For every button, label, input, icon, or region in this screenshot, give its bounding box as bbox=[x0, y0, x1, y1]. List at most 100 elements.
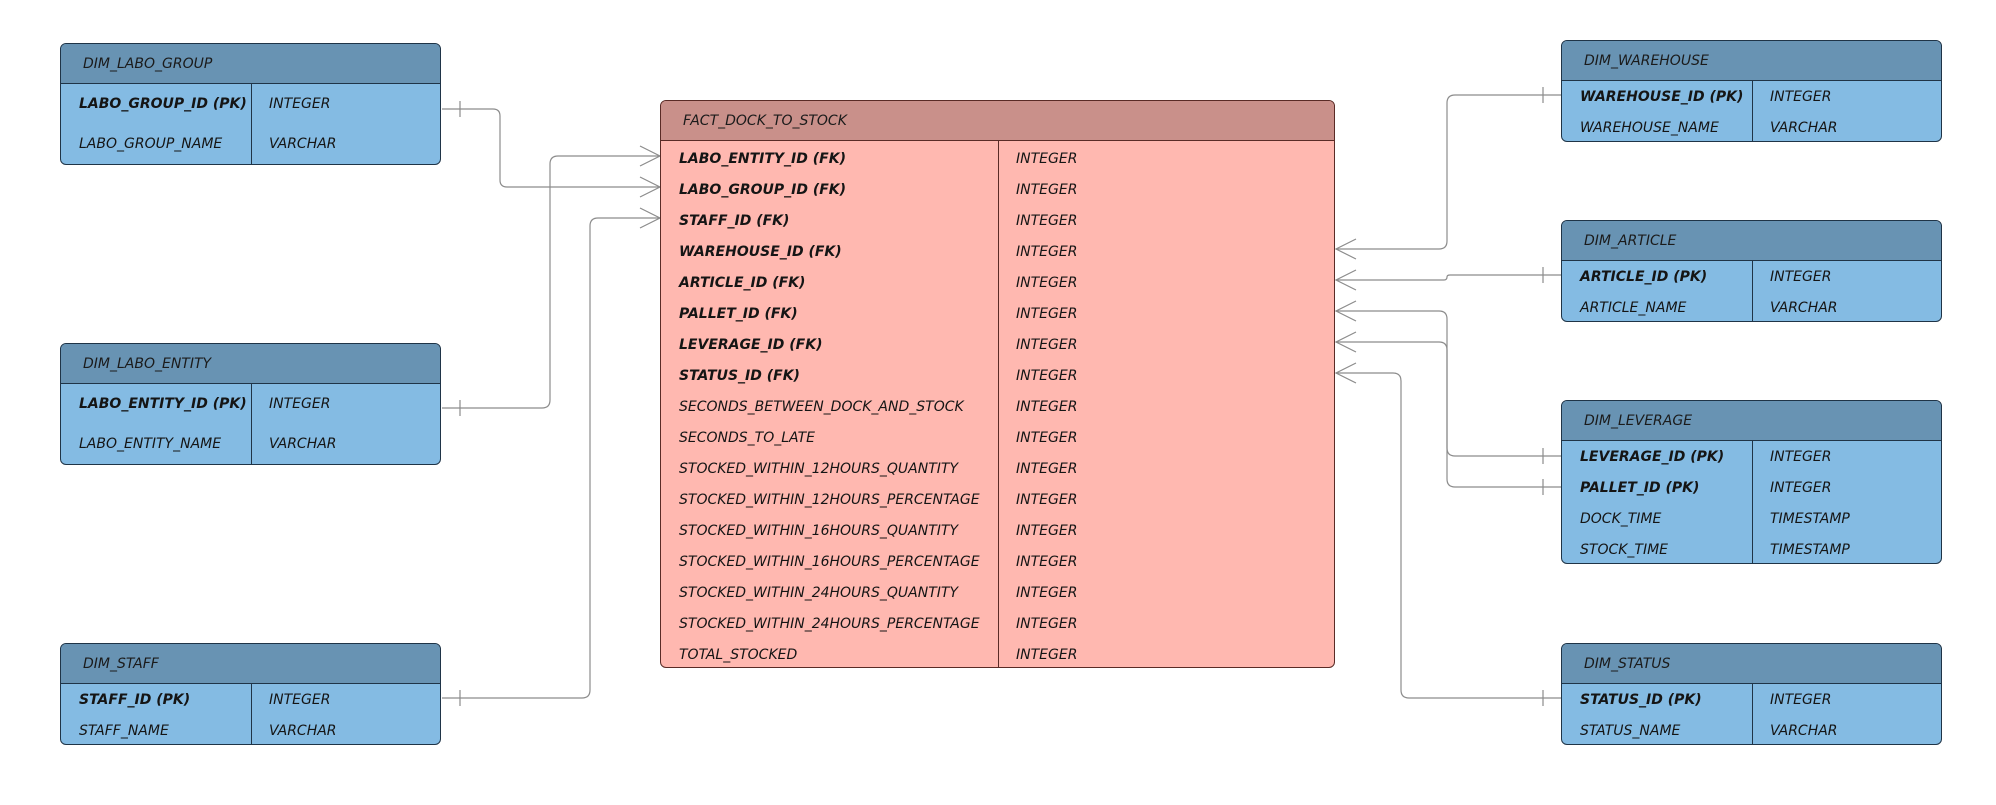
column-name: LEVERAGE_ID (FK) bbox=[679, 336, 823, 353]
table-body: WAREHOUSE_ID (PK) INTEGER WAREHOUSE_NAME VA… bbox=[1562, 81, 1941, 141]
link-leverage bbox=[1334, 331, 1561, 464]
column-type: INTEGER bbox=[1016, 150, 1078, 167]
column-type: VARCHAR bbox=[1770, 119, 1838, 136]
column-name: WAREHOUSE_NAME bbox=[1580, 119, 1719, 136]
dim-labo-group-table[interactable]: DIM_LABO_GROUP LABO_GROUP_ID (PK) INTEGER… bbox=[60, 43, 441, 165]
table-body: LEVERAGE_ID (PK) INTEGER PALLET_ID (PK) INT… bbox=[1562, 441, 1941, 563]
column-type: INTEGER bbox=[1016, 615, 1078, 632]
column-divider bbox=[251, 384, 252, 464]
column-divider bbox=[1752, 441, 1753, 563]
table-body: STATUS_ID (PK) INTEGER STATUS_NAME VARCHAR bbox=[1562, 684, 1941, 744]
column-name: STATUS_ID (FK) bbox=[679, 367, 800, 384]
column-type: VARCHAR bbox=[1770, 722, 1838, 739]
column-type: INTEGER bbox=[1016, 181, 1078, 198]
column-divider bbox=[998, 141, 999, 667]
dim-leverage-table[interactable]: DIM_LEVERAGE LEVERAGE_ID (PK) INTEGER PALL… bbox=[1561, 400, 1942, 564]
table-body: ARTICLE_ID (PK) INTEGER ARTICLE_NAME VARCHA… bbox=[1562, 261, 1941, 321]
column-name: STAFF_ID (FK) bbox=[679, 212, 790, 229]
column-name: PALLET_ID (PK) bbox=[1580, 479, 1700, 496]
column-type: INTEGER bbox=[1016, 429, 1078, 446]
table-header: DIM_WAREHOUSE bbox=[1562, 41, 1941, 81]
link-status bbox=[1334, 362, 1561, 706]
column-type: INTEGER bbox=[1016, 584, 1078, 601]
column-name: STOCKED_WITHIN_12HOURS_PERCENTAGE bbox=[679, 491, 980, 508]
column-type: VARCHAR bbox=[269, 436, 337, 452]
column-name: STOCKED_WITHIN_24HOURS_QUANTITY bbox=[679, 584, 959, 601]
table-header: DIM_LABO_ENTITY bbox=[61, 344, 440, 384]
column-divider bbox=[251, 684, 252, 744]
column-type: INTEGER bbox=[1016, 336, 1078, 353]
column-name: LABO_ENTITY_NAME bbox=[79, 436, 222, 452]
column-name: TOTAL_STOCKED bbox=[679, 646, 798, 663]
column-type: INTEGER bbox=[269, 396, 331, 412]
column-type: VARCHAR bbox=[1770, 299, 1838, 316]
column-name: WAREHOUSE_ID (PK) bbox=[1580, 88, 1744, 105]
column-name: STOCKED_WITHIN_16HOURS_PERCENTAGE bbox=[679, 553, 980, 570]
column-type: INTEGER bbox=[1016, 274, 1078, 291]
link-warehouse bbox=[1334, 87, 1561, 260]
column-type: TIMESTAMP bbox=[1770, 541, 1850, 558]
table-body: LABO_ENTITY_ID (FK) INTEGER LABO_GROUP_ID … bbox=[661, 141, 1334, 667]
dim-status-table[interactable]: DIM_STATUS STATUS_ID (PK) INTEGER STATUS_N… bbox=[1561, 643, 1942, 745]
column-type: INTEGER bbox=[1016, 460, 1078, 477]
column-type: INTEGER bbox=[1016, 646, 1078, 663]
dim-warehouse-table[interactable]: DIM_WAREHOUSE WAREHOUSE_ID (PK) INTEGER WA… bbox=[1561, 40, 1942, 142]
column-divider bbox=[1752, 81, 1753, 141]
column-type: INTEGER bbox=[269, 96, 331, 112]
dim-article-table[interactable]: DIM_ARTICLE ARTICLE_ID (PK) INTEGER ARTICL… bbox=[1561, 220, 1942, 322]
column-name: STATUS_NAME bbox=[1580, 722, 1681, 739]
column-type: INTEGER bbox=[1016, 491, 1078, 508]
column-name: PALLET_ID (FK) bbox=[679, 305, 798, 322]
column-type: VARCHAR bbox=[269, 136, 337, 152]
column-name: LABO_ENTITY_ID (FK) bbox=[679, 150, 846, 167]
column-divider bbox=[1752, 684, 1753, 744]
column-type: INTEGER bbox=[1016, 522, 1078, 539]
column-name: LEVERAGE_ID (PK) bbox=[1580, 448, 1725, 465]
table-header: DIM_LEVERAGE bbox=[1562, 401, 1941, 441]
column-name: LABO_GROUP_NAME bbox=[79, 136, 223, 152]
column-type: INTEGER bbox=[1016, 243, 1078, 260]
column-name: STOCKED_WITHIN_16HOURS_QUANTITY bbox=[679, 522, 959, 539]
column-type: INTEGER bbox=[1770, 88, 1832, 105]
fact-dock-to-stock-table[interactable]: FACT_DOCK_TO_STOCK LABO_ENTITY_ID (FK) IN… bbox=[660, 100, 1335, 668]
column-type: INTEGER bbox=[1016, 398, 1078, 415]
link-pallet bbox=[1334, 300, 1561, 495]
table-header: DIM_LABO_GROUP bbox=[61, 44, 440, 84]
column-type: INTEGER bbox=[1770, 268, 1832, 285]
column-name: LABO_GROUP_ID (PK) bbox=[79, 96, 247, 112]
table-header: DIM_STAFF bbox=[61, 644, 440, 684]
column-name: DOCK_TIME bbox=[1580, 510, 1662, 527]
column-type: INTEGER bbox=[1016, 367, 1078, 384]
column-name: SECONDS_TO_LATE bbox=[679, 429, 815, 446]
table-body: STAFF_ID (PK) INTEGER STAFF_NAME VARCHAR bbox=[61, 684, 440, 744]
link-article bbox=[1334, 267, 1561, 291]
link-labo-group bbox=[442, 101, 662, 198]
column-name: STAFF_NAME bbox=[79, 722, 169, 739]
column-type: INTEGER bbox=[269, 691, 331, 708]
table-header: FACT_DOCK_TO_STOCK bbox=[661, 101, 1334, 141]
column-divider bbox=[251, 84, 252, 164]
dim-labo-entity-table[interactable]: DIM_LABO_ENTITY LABO_ENTITY_ID (PK) INTEG… bbox=[60, 343, 441, 465]
column-type: TIMESTAMP bbox=[1770, 510, 1850, 527]
column-name: ARTICLE_ID (PK) bbox=[1580, 268, 1708, 285]
column-name: STOCKED_WITHIN_24HOURS_PERCENTAGE bbox=[679, 615, 980, 632]
column-name: SECONDS_BETWEEN_DOCK_AND_STOCK bbox=[679, 398, 964, 415]
column-name: STOCKED_WITHIN_12HOURS_QUANTITY bbox=[679, 460, 959, 477]
column-name: STOCK_TIME bbox=[1580, 541, 1669, 558]
column-name: LABO_GROUP_ID (FK) bbox=[679, 181, 847, 198]
column-name: ARTICLE_ID (FK) bbox=[679, 274, 806, 291]
column-name: ARTICLE_NAME bbox=[1580, 299, 1687, 316]
column-type: INTEGER bbox=[1016, 553, 1078, 570]
column-name: STATUS_ID (PK) bbox=[1580, 691, 1702, 708]
dim-staff-table[interactable]: DIM_STAFF STAFF_ID (PK) INTEGER STAFF_NAME… bbox=[60, 643, 441, 745]
column-type: INTEGER bbox=[1770, 691, 1832, 708]
table-body: LABO_GROUP_ID (PK) INTEGER LABO_GROUP_NAME… bbox=[61, 84, 440, 164]
column-divider bbox=[1752, 261, 1753, 321]
link-staff bbox=[442, 207, 662, 706]
table-body: LABO_ENTITY_ID (PK) INTEGER LABO_ENTITY_NA… bbox=[61, 384, 440, 464]
table-header: DIM_STATUS bbox=[1562, 644, 1941, 684]
column-name: STAFF_ID (PK) bbox=[79, 691, 191, 708]
column-type: INTEGER bbox=[1016, 305, 1078, 322]
column-type: INTEGER bbox=[1770, 448, 1832, 465]
column-name: WAREHOUSE_ID (FK) bbox=[679, 243, 842, 260]
